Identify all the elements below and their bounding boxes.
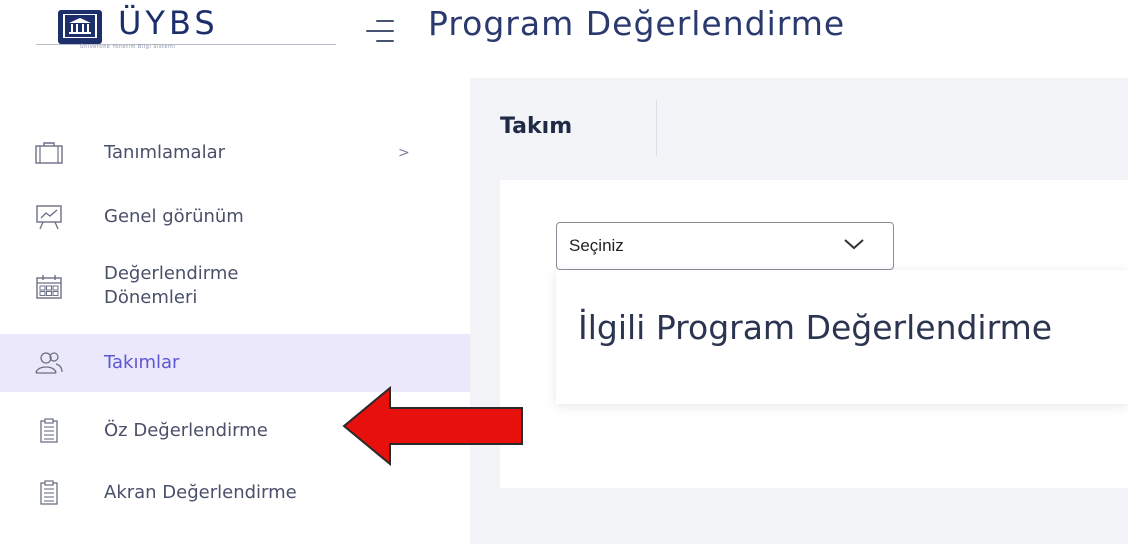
red-arrow-annotation (342, 386, 523, 466)
program-heading: İlgili Program Değerlendirme (578, 308, 1053, 347)
sidebar-item-genel-gorunum[interactable]: Genel görünüm (0, 188, 470, 246)
main-content: Takım Seçiniz İlgili Program Değerlendir… (470, 78, 1128, 544)
sidebar-item-degerlendirme-donemleri[interactable]: Değerlendirme Dönemleri (0, 254, 470, 320)
sidebar-item-label: Öz Değerlendirme (104, 420, 268, 441)
team-select[interactable]: Seçiniz (556, 222, 894, 270)
sidebar-item-tanimlamalar[interactable]: Tanımlamalar > (0, 124, 470, 182)
team-icon (32, 348, 66, 378)
sidebar-item-takimlar[interactable]: Takımlar (0, 334, 470, 392)
tab-bar: Takım (470, 78, 1128, 178)
sidebar-item-label-line1: Değerlendirme (104, 263, 239, 284)
briefcase-icon (32, 138, 66, 168)
chart-board-icon (32, 202, 66, 232)
sidebar-item-label: Takımlar (104, 352, 180, 373)
sidebar-item-label: Akran Değerlendirme (104, 482, 297, 503)
sidebar-item-label: Tanımlamalar (104, 142, 226, 163)
tab-divider (656, 100, 657, 156)
sidebar-item-akran-degerlendirme[interactable]: Akran Değerlendirme (0, 464, 470, 522)
chevron-down-icon (844, 239, 864, 250)
clipboard-icon (32, 478, 66, 508)
program-card: İlgili Program Değerlendirme (556, 270, 1128, 404)
menu-toggle-icon[interactable] (366, 20, 394, 42)
logo-emblem-icon (58, 10, 102, 44)
logo-subtitle: Üniversite Yönetim Bilgi Sistemi (80, 44, 176, 50)
sidebar-item-label-line2: Dönemleri (104, 287, 198, 308)
tab-takim[interactable]: Takım (500, 114, 572, 139)
page-title: Program Değerlendirme (428, 4, 846, 43)
logo[interactable]: ÜYBS Üniversite Yönetim Bilgi Sistemi (36, 4, 336, 50)
sidebar-item-label: Genel görünüm (104, 206, 244, 227)
logo-text: ÜYBS (118, 4, 219, 42)
calendar-icon (32, 272, 66, 302)
clipboard-icon (32, 416, 66, 446)
sidebar: Tanımlamalar > Genel görünüm Değerlendir… (0, 78, 470, 544)
chevron-right-icon: > (398, 145, 410, 161)
select-value: Seçiniz (569, 236, 624, 255)
content-card: Seçiniz İlgili Program Değerlendirme (500, 180, 1128, 488)
sidebar-item-label: Değerlendirme Dönemleri (104, 262, 238, 310)
header: ÜYBS Üniversite Yönetim Bilgi Sistemi Pr… (0, 0, 1128, 78)
